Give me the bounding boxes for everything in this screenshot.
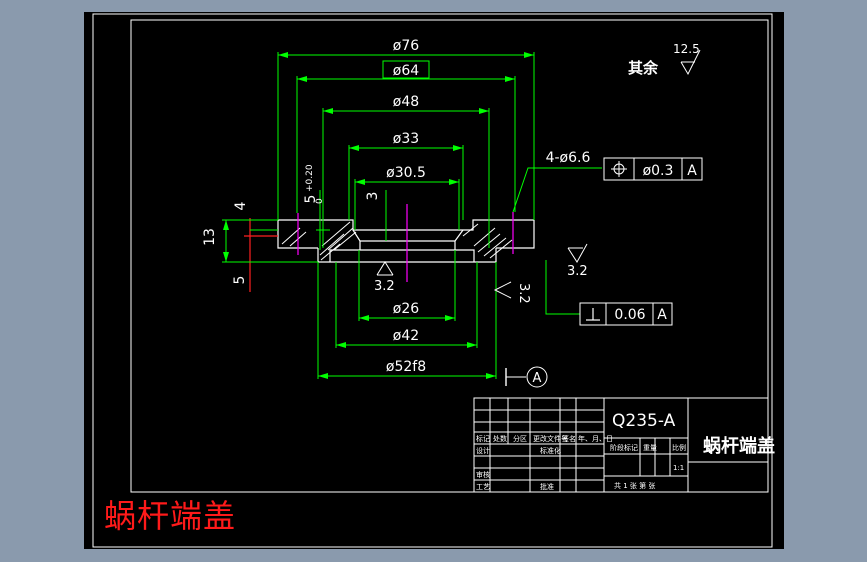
position-tolerance-frame: ø0.3 A <box>603 157 703 181</box>
tb-part-name: 蜗杆端盖 <box>703 435 775 457</box>
tb-header-0: 标记 <box>476 434 490 443</box>
perp-datum: A <box>657 307 667 323</box>
roughness-value-2: 3.2 <box>374 279 395 294</box>
perpendicular-icon <box>586 308 600 321</box>
roughness-icon-2 <box>376 261 394 276</box>
cad-drawing: ø76 ø64 ø48 ø33 ø30.5 ø26 ø42 ø52f8 3 4-… <box>92 13 775 548</box>
cut-lines <box>244 218 278 292</box>
tb-row-approve: 批准 <box>540 482 554 491</box>
position-icon <box>611 161 627 177</box>
tb-stage-label: 阶段标记 <box>610 443 638 452</box>
tb-row-process: 工艺 <box>476 483 490 491</box>
dim-d52f8: ø52f8 <box>386 359 426 375</box>
drawing-caption: 蜗杆端盖 <box>104 497 237 535</box>
part-outline <box>277 219 535 263</box>
roughness-rest-label: 其余 <box>628 59 659 77</box>
position-tolerance-value: ø0.3 <box>643 163 674 179</box>
dim-d26: ø26 <box>393 301 419 317</box>
tb-scale: 1:1 <box>673 464 684 472</box>
tb-row-review: 审核 <box>476 470 490 479</box>
datum-label: A <box>533 371 542 386</box>
position-datum: A <box>687 163 697 179</box>
centerlines <box>297 204 514 282</box>
dim-h4: 4 <box>233 201 249 210</box>
roughness-rest-value: 12.5 <box>673 42 700 56</box>
tb-weight-label: 重量 <box>643 444 657 452</box>
dim-d76: ø76 <box>393 38 419 54</box>
tb-material: Q235-A <box>612 411 676 431</box>
dim-h13: 13 <box>202 228 218 246</box>
tb-header-1: 处数 <box>493 434 507 443</box>
roughness-icon-1 <box>567 243 588 263</box>
roughness-value-1: 3.2 <box>567 264 588 279</box>
arrowheads <box>223 52 534 379</box>
dim-d30-5: ø30.5 <box>386 165 426 181</box>
tol-upper: +0.20 <box>305 164 315 192</box>
dimension-texts: ø76 ø64 ø48 ø33 ø30.5 ø26 ø42 ø52f8 3 4-… <box>365 38 590 375</box>
perpendicularity-frame: 0.06 A <box>579 302 673 326</box>
tol-lower: 0 <box>315 198 325 204</box>
dim-holes: 4-ø6.6 <box>546 150 591 166</box>
roughness-value-3: 3.2 <box>516 283 531 304</box>
dim-d48: ø48 <box>393 94 419 110</box>
vertical-dim-texts: 4 13 5 5 <box>202 195 319 285</box>
perp-tolerance-value: 0.06 <box>614 307 645 323</box>
dim-d33: ø33 <box>393 131 419 147</box>
dim-h5: 5 <box>232 276 248 285</box>
tb-header-5: 年、月、日 <box>578 434 613 443</box>
dim-h3: 3 <box>365 192 381 201</box>
tb-header-2: 分区 <box>513 434 527 443</box>
datum-a: A <box>505 366 548 388</box>
tb-sheets: 共 1 张 第 张 <box>614 481 655 490</box>
dim-d64: ø64 <box>393 63 419 79</box>
tb-row-standard: 标准化 <box>540 446 561 455</box>
tb-scale-label: 比例 <box>672 443 686 452</box>
dim-d42: ø42 <box>393 328 419 344</box>
tb-row-design: 设计 <box>476 446 490 455</box>
roughness-icon-3 <box>493 281 512 299</box>
tb-header-4: 签名 <box>562 434 576 443</box>
